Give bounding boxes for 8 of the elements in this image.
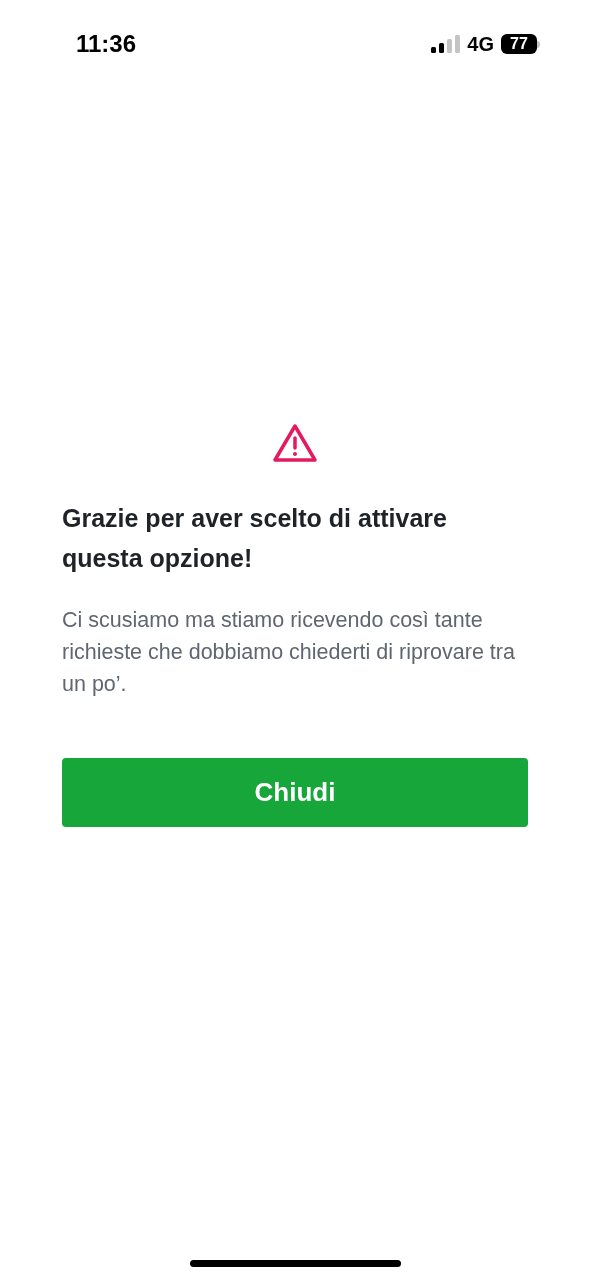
dialog-message: Ci scusiamo ma stiamo ricevendo così tante richieste che dobbiamo chiederti di riprovare tra un po’. xyxy=(62,607,516,698)
status-time: 11:36 xyxy=(76,29,137,59)
warning-icon xyxy=(272,422,318,464)
close-button[interactable]: Chiudi xyxy=(62,758,528,827)
battery-indicator: 77 xyxy=(501,34,540,54)
dialog-title: Grazie per aver scelto di attivare questa opzione! xyxy=(62,503,448,574)
signal-icon xyxy=(430,34,461,54)
network-label: 4G xyxy=(467,32,494,57)
